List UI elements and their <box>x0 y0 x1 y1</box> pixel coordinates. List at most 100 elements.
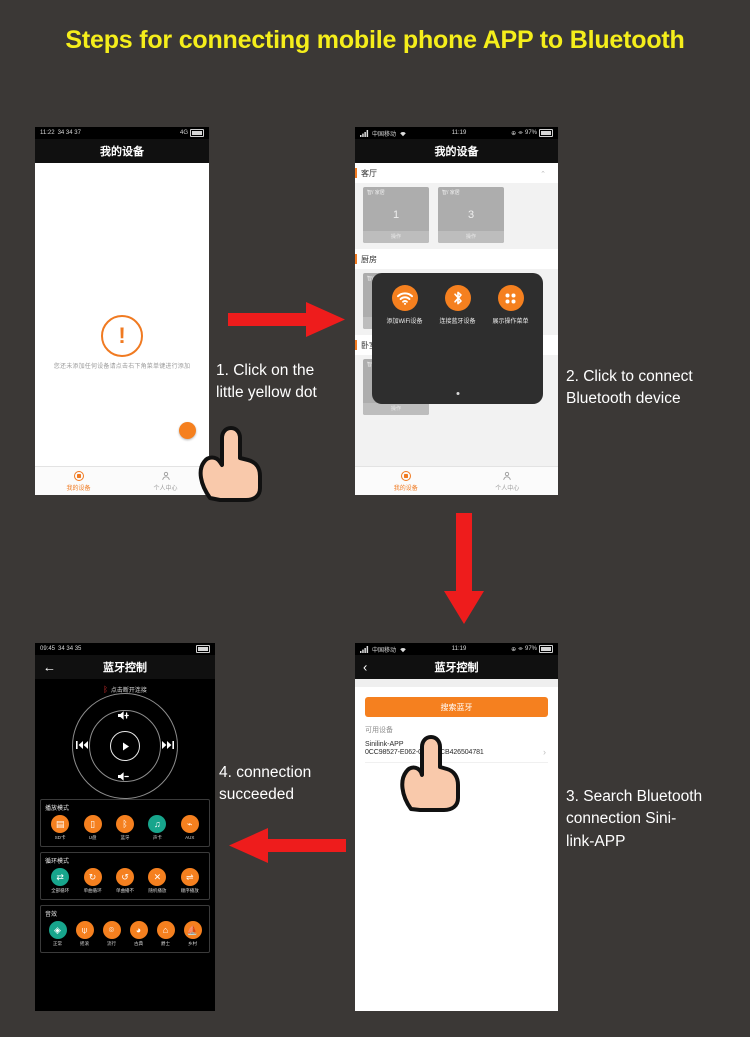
eq-label: 摇滚 <box>80 941 89 946</box>
jazz-icon: ⌂ <box>156 921 175 939</box>
group-play-mode: 播放模式 ▤ SD卡 ▯ U盘 ᛒ 蓝牙 ♫ 声卡 ⌁ AUX <box>40 799 210 847</box>
device-card[interactable]: 智/ 家居 1 操作 <box>363 187 429 243</box>
loop-item-shuffle[interactable]: ✕ 随机播放 <box>143 868 171 894</box>
tab-my-devices[interactable]: 我的设备 <box>35 467 122 495</box>
page-title: Steps for connecting mobile phone APP to… <box>65 26 685 54</box>
bluetooth-icon <box>444 285 471 311</box>
menu-item-label: 连接蓝牙设备 <box>439 319 476 325</box>
eq-item-classic[interactable]: ◕ 古典 <box>125 921 152 947</box>
section-label: 厨房 <box>361 254 377 264</box>
mode-item-bluetooth[interactable]: ᛒ 蓝牙 <box>111 815 139 841</box>
section-header-livingroom[interactable]: 客厅 ⌃ <box>355 163 558 183</box>
tab-my-devices[interactable]: 我的设备 <box>355 467 457 495</box>
classic-icon: ◕ <box>129 921 148 939</box>
nav-bar: 我的设备 <box>355 139 558 163</box>
caption-step3-line2: connection Sini- <box>566 810 677 828</box>
arrow-left-icon[interactable]: ← <box>43 660 56 675</box>
add-device-fab[interactable] <box>179 422 196 439</box>
volume-down-button[interactable] <box>117 771 133 784</box>
tab-profile[interactable]: 个人中心 <box>122 467 209 495</box>
eq-item-rock[interactable]: ⍦ 摇滚 <box>71 921 98 947</box>
grid-icon <box>497 285 524 311</box>
wifi-icon <box>391 285 418 311</box>
next-track-button[interactable] <box>161 740 175 752</box>
loop-item-sequence[interactable]: ⇌ 顺序播放 <box>176 868 204 894</box>
loop-label: 单曲循环 <box>83 888 102 893</box>
menu-item-connect-bluetooth[interactable]: 连接蓝牙设备 <box>433 285 483 325</box>
menu-item-add-wifi[interactable]: 添加WiFi设备 <box>380 285 430 325</box>
loop-item-one[interactable]: ↻ 单曲循环 <box>79 868 107 894</box>
alarm-icon: ⊕ <box>511 130 517 137</box>
phone-screen-step3: 中国移动 11:19 ⊕ ⌯ 97% ‹ 蓝牙控制 搜索蓝牙 可用设备 Sini… <box>355 643 558 1011</box>
menu-item-label: 展示操作菜单 <box>492 319 529 325</box>
search-bluetooth-button[interactable]: 搜索蓝牙 <box>365 697 548 717</box>
disconnect-hint[interactable]: ᛒ 点击断开连接 <box>35 679 215 694</box>
mode-item-usb[interactable]: ▯ U盘 <box>79 815 107 841</box>
group-title: 播放模式 <box>45 806 70 812</box>
page-indicator-dot <box>456 392 459 395</box>
loop-item-once[interactable]: ↺ 单曲播不 <box>111 868 139 894</box>
chevron-up-icon[interactable]: ⌃ <box>540 170 546 178</box>
tab-label: 我的设备 <box>393 486 418 492</box>
group-title: 循环模式 <box>45 859 70 865</box>
caption-step3-line1: 3. Search Bluetooth <box>566 788 703 805</box>
bluetooth-control-page: ᛒ 点击断开连接 播放模式 ▤ SD卡 ▯ U盘 ᛒ 蓝牙 ♫ 声卡 ⌁ AUX… <box>35 679 215 1011</box>
status-signal: 4G <box>179 130 188 136</box>
loop-item-all[interactable]: ⇄ 全部循环 <box>46 868 74 894</box>
device-number: 3 <box>467 209 475 221</box>
bluetooth-icon: ᛒ <box>115 815 134 833</box>
device-icon <box>400 471 411 481</box>
caption-step4-line2: succeeded <box>219 786 294 804</box>
mode-item-sdcard[interactable]: ▤ SD卡 <box>46 815 74 841</box>
headphone-icon: ⌯ <box>518 645 523 652</box>
menu-item-show-menu[interactable]: 展示操作菜单 <box>486 285 536 325</box>
battery-icon <box>539 129 553 137</box>
mode-label: 蓝牙 <box>120 835 130 840</box>
status-carrier: 中国移动 <box>372 647 397 654</box>
device-action[interactable]: 操作 <box>363 403 429 415</box>
chevron-left-icon[interactable]: ‹ <box>363 660 367 675</box>
status-time: 09:45 <box>40 646 56 652</box>
play-button[interactable] <box>110 731 140 761</box>
device-name: Sinilink-APP <box>365 741 404 748</box>
volume-up-button[interactable] <box>117 710 133 723</box>
device-card-row: 智/ 家居 1 操作 智/ 家居 3 操作 <box>355 183 558 249</box>
status-extra-icons: 34 34 35 <box>58 646 82 652</box>
eq-item-pop[interactable]: ⌾ 流行 <box>98 921 125 947</box>
eq-label: 爵士 <box>161 941 170 946</box>
previous-track-button[interactable] <box>75 740 89 752</box>
device-action[interactable]: 操作 <box>438 231 504 243</box>
mode-item-soundcard[interactable]: ♫ 声卡 <box>143 815 171 841</box>
person-icon <box>503 471 511 480</box>
nav-title: 蓝牙控制 <box>434 662 479 674</box>
sdcard-icon: ▤ <box>51 815 70 833</box>
nav-title: 我的设备 <box>100 146 144 158</box>
eq-item-jazz[interactable]: ⌂ 爵士 <box>152 921 179 947</box>
arrow-step3-to-step4 <box>229 828 346 863</box>
music-note-icon: ♫ <box>148 815 167 833</box>
eq-item-normal[interactable]: ◈ 正常 <box>44 921 71 947</box>
nav-bar: ← 蓝牙控制 <box>35 655 215 679</box>
phone-screen-step2: 中国移动 11:19 ⊕ ⌯ 97% 我的设备 客厅 ⌃ 智/ 家居 1 操作 <box>355 127 558 495</box>
tab-profile[interactable]: 个人中心 <box>457 467 559 495</box>
phone-screen-step4: 09:45 34 34 35 ← 蓝牙控制 ᛒ 点击断开连接 播放模式 ▤ SD… <box>35 643 215 1011</box>
tab-label: 个人中心 <box>153 486 178 492</box>
chevron-right-icon[interactable]: › <box>543 747 546 757</box>
phone-screen-step1: 11:22 34 34 37 4G 我的设备 ! 您还未添加任何设备请点击右下角… <box>35 127 209 495</box>
caption-step2: 2. Click to connect Bluetooth device <box>566 366 746 411</box>
device-card[interactable]: 智/ 家居 3 操作 <box>438 187 504 243</box>
eq-item-country[interactable]: ⛵ 乡村 <box>179 921 206 947</box>
normal-eq-icon: ◈ <box>48 921 67 939</box>
device-action[interactable]: 操作 <box>363 231 429 243</box>
mode-label: AUX <box>185 835 195 840</box>
caption-step3-line3: link-APP <box>566 832 626 850</box>
spacer <box>355 679 558 687</box>
mode-item-aux[interactable]: ⌁ AUX <box>176 815 204 841</box>
section-header-kitchen[interactable]: 厨房 <box>355 249 558 269</box>
usb-icon: ▯ <box>83 815 102 833</box>
device-uuid: 0CC98527-E062-04A8-6CB426504781 <box>365 749 484 756</box>
group-title: 音效 <box>45 912 58 918</box>
bluetooth-device-row[interactable]: Sinilink-APP 0CC98527-E062-04A8-6CB42650… <box>365 737 548 763</box>
warning-icon: ! <box>101 315 143 357</box>
arrow-step1-to-step2 <box>228 302 345 337</box>
